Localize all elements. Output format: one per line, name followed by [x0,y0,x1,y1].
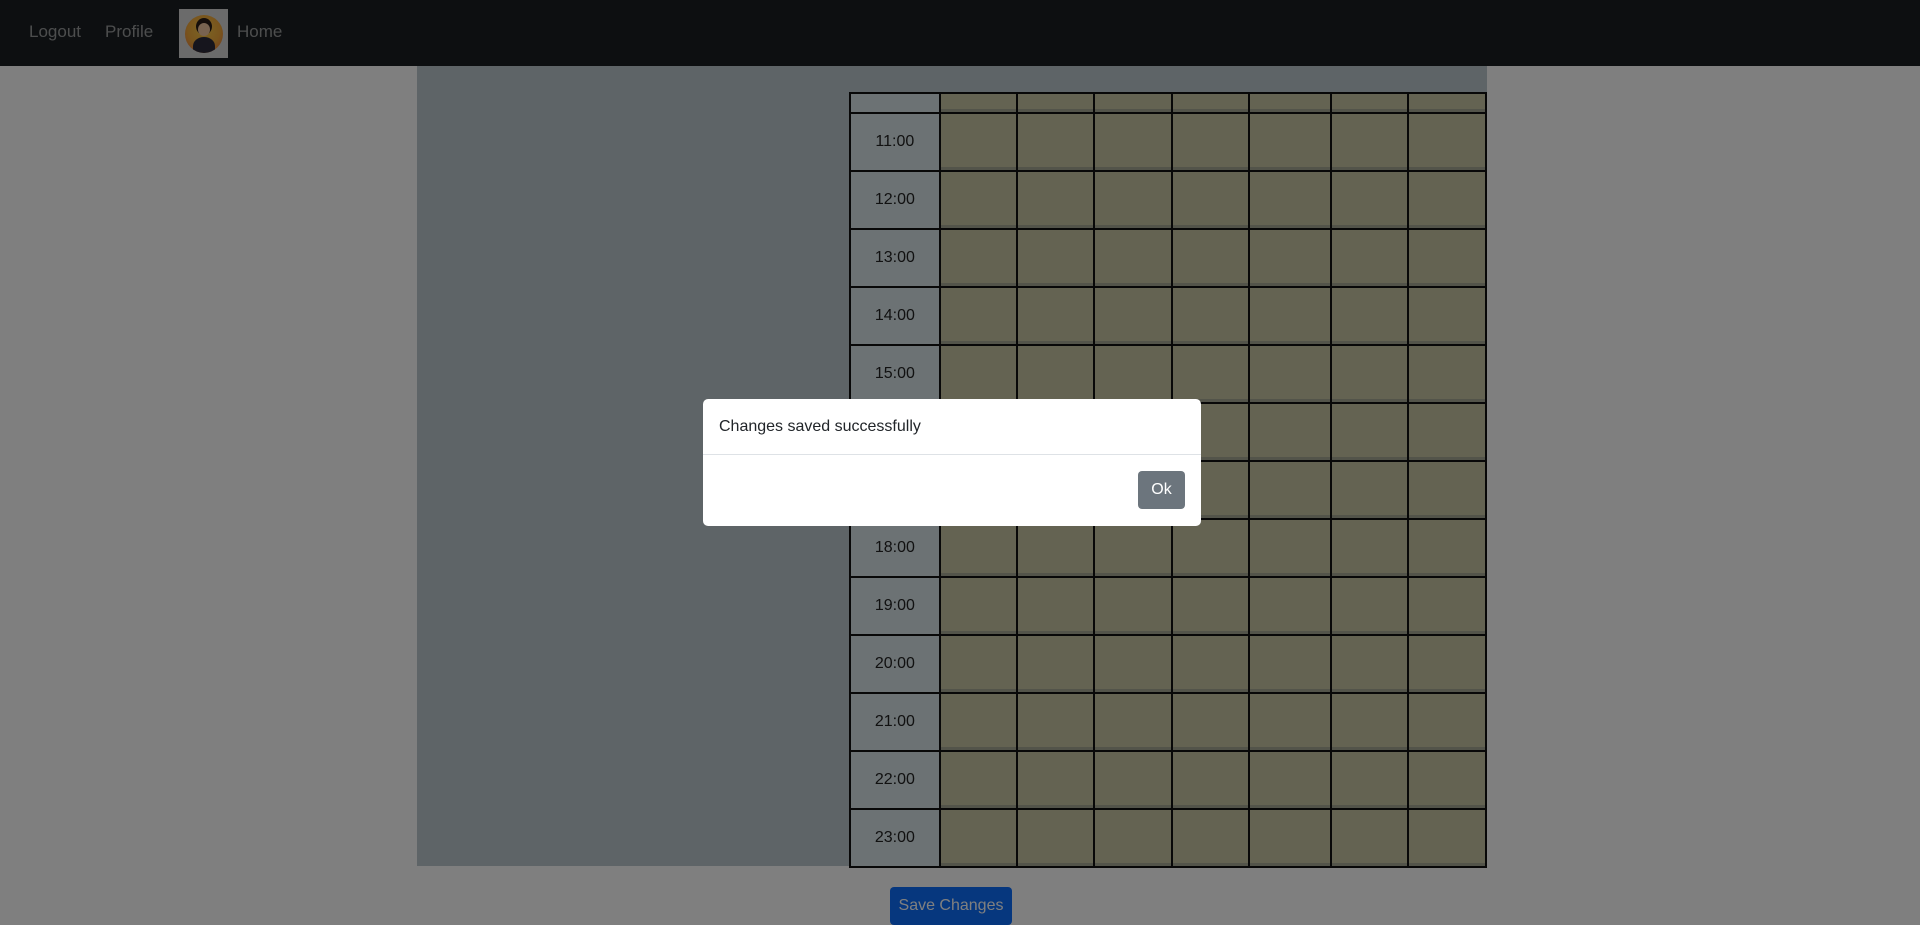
ok-button[interactable]: Ok [1138,471,1185,509]
modal-footer: Ok [703,455,1201,526]
modal-body: Changes saved successfully [703,399,1201,455]
success-modal: Changes saved successfully Ok [703,399,1201,526]
modal-message: Changes saved successfully [719,417,921,435]
